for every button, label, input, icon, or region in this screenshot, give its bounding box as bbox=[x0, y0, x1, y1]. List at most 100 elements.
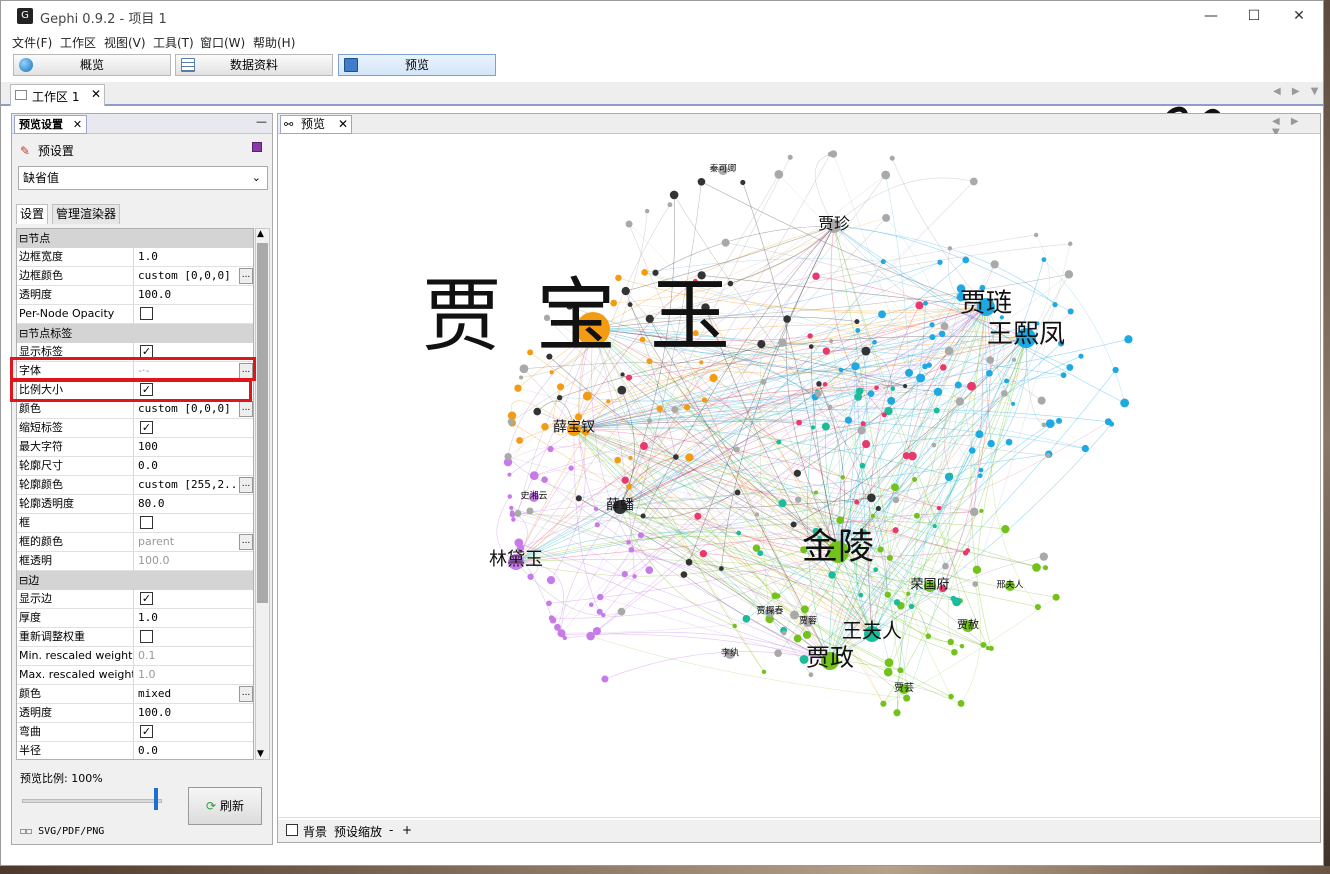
graph-node[interactable] bbox=[673, 454, 679, 460]
close-button[interactable]: ✕ bbox=[1279, 5, 1319, 27]
panel-minimize-icon[interactable]: — bbox=[256, 115, 267, 128]
edit-property-button[interactable]: ... bbox=[239, 686, 253, 702]
graph-node[interactable] bbox=[640, 513, 646, 519]
graph-node[interactable] bbox=[877, 546, 884, 553]
graph-node[interactable] bbox=[889, 155, 895, 161]
tab-scroll-arrows-icon[interactable]: ◀ ▶ ▼ bbox=[1273, 86, 1322, 97]
tab-manage-renderers[interactable]: 管理渲染器 bbox=[52, 204, 121, 224]
graph-node[interactable] bbox=[987, 439, 995, 448]
graph-node[interactable] bbox=[1067, 308, 1074, 315]
data-lab-mode-button[interactable]: 数据资料 bbox=[175, 54, 333, 76]
graph-node[interactable] bbox=[859, 462, 866, 469]
graph-node[interactable] bbox=[829, 339, 834, 344]
workspace-tab[interactable]: 工作区 1 ✕ bbox=[10, 84, 105, 106]
graph-node[interactable] bbox=[617, 385, 627, 395]
graph-node[interactable] bbox=[903, 694, 911, 702]
preview-settings-tab[interactable]: 预览设置 ✕ bbox=[14, 115, 88, 134]
graph-node[interactable] bbox=[822, 382, 828, 387]
graph-node[interactable] bbox=[875, 505, 881, 511]
graph-node[interactable] bbox=[933, 387, 943, 397]
graph-node[interactable] bbox=[881, 412, 887, 418]
graph-node[interactable] bbox=[541, 476, 548, 484]
graph-node[interactable] bbox=[870, 513, 875, 518]
graph-node[interactable] bbox=[873, 567, 879, 573]
graph-node[interactable] bbox=[975, 430, 984, 439]
graph-node[interactable] bbox=[905, 368, 913, 377]
property-value[interactable]: 0.0 bbox=[138, 742, 238, 759]
graph-node[interactable] bbox=[872, 339, 877, 345]
graph-node[interactable] bbox=[1001, 525, 1010, 534]
graph-node[interactable] bbox=[683, 404, 691, 411]
graph-node[interactable] bbox=[858, 592, 864, 598]
graph-node[interactable] bbox=[626, 539, 631, 545]
zoom-in-button[interactable]: + bbox=[402, 823, 412, 837]
graph-node[interactable] bbox=[969, 507, 979, 517]
graph-node[interactable] bbox=[800, 605, 809, 614]
property-value[interactable]: custom [255,2... bbox=[138, 476, 238, 494]
graph-node[interactable] bbox=[621, 570, 628, 578]
graph-node[interactable] bbox=[893, 709, 901, 717]
graph-node[interactable] bbox=[790, 521, 797, 528]
graph-node[interactable] bbox=[1060, 372, 1067, 379]
graph-node[interactable] bbox=[886, 554, 893, 561]
graph-node[interactable] bbox=[867, 493, 876, 503]
graph-node[interactable] bbox=[887, 396, 896, 405]
property-value[interactable]: 100.0 bbox=[138, 286, 238, 304]
property-checkbox[interactable] bbox=[140, 307, 153, 320]
graph-node[interactable] bbox=[880, 258, 886, 265]
graph-node[interactable] bbox=[1041, 257, 1047, 263]
graph-node[interactable] bbox=[712, 375, 718, 381]
graph-node[interactable] bbox=[1112, 366, 1119, 374]
graph-node[interactable] bbox=[645, 566, 654, 574]
graph-node[interactable] bbox=[761, 669, 767, 675]
graph-node[interactable] bbox=[955, 397, 964, 406]
graph-node[interactable] bbox=[952, 597, 962, 607]
property-value[interactable]: 0.1 bbox=[138, 647, 238, 665]
preview-ratio-slider[interactable] bbox=[22, 799, 162, 803]
graph-node[interactable] bbox=[1064, 270, 1074, 279]
graph-node[interactable] bbox=[932, 523, 937, 529]
graph-node[interactable] bbox=[861, 346, 871, 356]
graph-node[interactable] bbox=[547, 445, 554, 453]
graph-node[interactable] bbox=[882, 213, 891, 222]
graph-node[interactable] bbox=[793, 469, 801, 477]
property-value[interactable]: 1.0 bbox=[138, 248, 238, 266]
section-nodes[interactable]: ⊟节点 bbox=[17, 229, 253, 248]
graph-node[interactable] bbox=[936, 505, 942, 511]
graph-node[interactable] bbox=[771, 592, 779, 600]
graph-node[interactable] bbox=[829, 150, 838, 158]
background-checkbox[interactable] bbox=[286, 824, 298, 836]
graph-node[interactable] bbox=[541, 423, 549, 431]
graph-node[interactable] bbox=[893, 599, 901, 606]
graph-node[interactable] bbox=[808, 344, 814, 349]
graph-node[interactable] bbox=[1042, 565, 1049, 571]
graph-node[interactable] bbox=[1037, 396, 1046, 405]
graph-node[interactable] bbox=[1081, 444, 1089, 453]
graph-node[interactable] bbox=[568, 465, 574, 471]
graph-node[interactable] bbox=[811, 425, 816, 430]
graph-node[interactable] bbox=[883, 667, 893, 677]
graph-node[interactable] bbox=[685, 453, 694, 462]
graph-node[interactable] bbox=[601, 675, 609, 683]
menu-tools[interactable]: 工具(T) bbox=[153, 34, 194, 51]
graph-node[interactable] bbox=[929, 334, 936, 341]
graph-node[interactable] bbox=[908, 451, 917, 461]
graph-node[interactable] bbox=[628, 455, 633, 460]
graph-node[interactable] bbox=[954, 381, 962, 389]
graph-node[interactable] bbox=[760, 379, 767, 385]
preview-mode-button[interactable]: 预览 bbox=[338, 54, 496, 76]
edit-property-button[interactable]: ... bbox=[239, 534, 253, 550]
graph-node[interactable] bbox=[979, 508, 984, 513]
graph-node[interactable] bbox=[632, 574, 637, 579]
graph-node[interactable] bbox=[639, 442, 648, 451]
menu-workspace[interactable]: 工作区 bbox=[60, 34, 96, 51]
graph-node[interactable] bbox=[1078, 353, 1084, 359]
graph-node[interactable] bbox=[734, 489, 741, 496]
graph-node[interactable] bbox=[617, 607, 626, 616]
graph-node[interactable] bbox=[922, 363, 928, 370]
graph-node[interactable] bbox=[821, 422, 830, 431]
graph-node[interactable] bbox=[719, 566, 724, 571]
graph-node[interactable] bbox=[948, 693, 954, 700]
graph-node[interactable] bbox=[1052, 593, 1060, 601]
graph-node[interactable] bbox=[986, 356, 995, 364]
